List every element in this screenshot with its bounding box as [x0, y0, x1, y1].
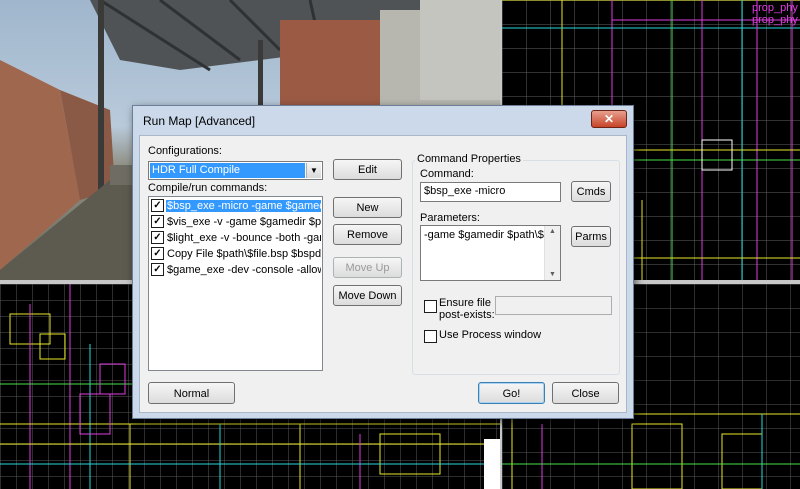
dialog-titlebar[interactable]: Run Map [Advanced] ✕: [133, 106, 633, 134]
scroll-down-icon[interactable]: ▼: [549, 271, 556, 278]
ensure-file-field[interactable]: [495, 296, 612, 315]
checkbox-checked-icon[interactable]: ✓: [151, 198, 164, 212]
ensure-file-label-2: post-exists:: [439, 309, 495, 321]
commands-list[interactable]: ✓$bsp_exe -micro -game $gamedir $pa ✓$vi…: [148, 196, 323, 371]
checkbox-checked-icon[interactable]: ✓: [151, 246, 164, 260]
command-text: Copy File $path\$file.bsp $bspdir\$file: [167, 248, 321, 260]
move-down-button[interactable]: Move Down: [333, 285, 402, 306]
chevron-down-icon[interactable]: ▼: [306, 163, 321, 178]
close-button[interactable]: Close: [552, 382, 619, 404]
list-item[interactable]: ✓$game_exe -dev -console -allowdebu: [150, 262, 321, 278]
checkbox-checked-icon[interactable]: ✓: [151, 262, 164, 276]
dialog-client: Configurations: HDR Full Compile ▼ Edit …: [139, 135, 627, 413]
list-item[interactable]: ✓$light_exe -v -bounce -both -game $g: [150, 230, 321, 246]
remove-button[interactable]: Remove: [333, 224, 402, 245]
list-item[interactable]: ✓$vis_exe -v -game $gamedir $path\$f: [150, 214, 321, 230]
parameters-label: Parameters:: [420, 212, 480, 224]
command-label: Command:: [420, 168, 474, 180]
use-process-window-checkbox[interactable]: [424, 330, 437, 343]
command-text: $light_exe -v -bounce -both -game $g: [167, 232, 321, 244]
use-process-window-label: Use Process window: [439, 329, 542, 341]
dialog-title: Run Map [Advanced]: [143, 114, 256, 128]
command-text: $game_exe -dev -console -allowdebu: [167, 264, 321, 276]
edit-button[interactable]: Edit: [333, 159, 402, 180]
configurations-selected-value: HDR Full Compile: [150, 163, 305, 178]
ensure-file-checkbox[interactable]: [424, 300, 437, 313]
commands-label: Compile/run commands:: [148, 182, 268, 194]
new-button[interactable]: New: [333, 197, 402, 218]
parms-button[interactable]: Parms: [571, 226, 611, 247]
checkbox-checked-icon[interactable]: ✓: [151, 230, 164, 244]
command-text: $bsp_exe -micro -game $gamedir $pa: [166, 200, 321, 212]
run-map-dialog: Run Map [Advanced] ✕ Configurations: HDR…: [132, 105, 634, 419]
prop-label: prop_phy: [752, 14, 798, 26]
list-item[interactable]: ✓$bsp_exe -micro -game $gamedir $pa: [150, 198, 321, 214]
list-item[interactable]: ✓Copy File $path\$file.bsp $bspdir\$file: [150, 246, 321, 262]
configurations-label: Configurations:: [148, 145, 222, 157]
prop-label: prop_phy: [752, 2, 798, 14]
command-text: $vis_exe -v -game $gamedir $path\$f: [167, 216, 321, 228]
cmds-button[interactable]: Cmds: [571, 181, 611, 202]
normal-button[interactable]: Normal: [148, 382, 235, 404]
command-properties-title: Command Properties: [415, 153, 523, 165]
command-field[interactable]: $bsp_exe -micro: [420, 182, 561, 202]
checkbox-checked-icon[interactable]: ✓: [151, 214, 164, 228]
go-button[interactable]: Go!: [478, 382, 545, 404]
configurations-dropdown[interactable]: HDR Full Compile ▼: [148, 161, 323, 180]
scroll-up-icon[interactable]: ▲: [549, 228, 556, 235]
parameters-field[interactable]: -game $gamedir $path\$file ▲ ▼: [420, 225, 561, 281]
parameters-scrollbar[interactable]: ▲ ▼: [544, 226, 560, 280]
parameters-text: -game $gamedir $path\$file: [424, 229, 558, 241]
close-icon[interactable]: ✕: [591, 110, 627, 128]
ensure-file-label: Ensure file: [439, 297, 491, 309]
move-up-button[interactable]: Move Up: [333, 257, 402, 278]
